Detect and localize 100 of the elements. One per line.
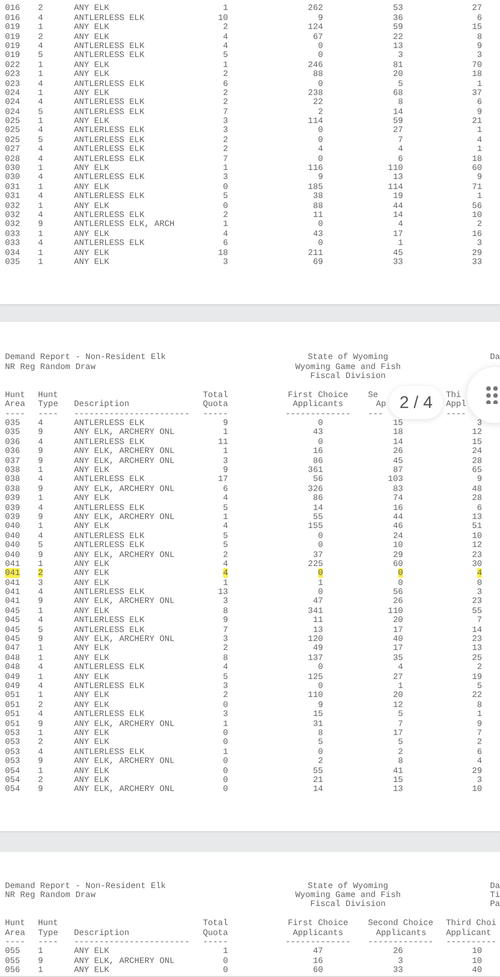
table-cell: 0 xyxy=(318,154,323,164)
table-cell: ANY ELK, ARCHERY ONL xyxy=(74,718,175,729)
table-cell: 1 xyxy=(476,709,482,720)
agency-heading: State of Wyoming xyxy=(308,352,388,362)
table-cell: 056 xyxy=(5,965,20,976)
column-rule: ---- xyxy=(5,937,26,948)
table-cell: 45 xyxy=(392,248,403,258)
table-cell: 035 xyxy=(5,418,20,428)
table-cell: 019 xyxy=(5,40,20,51)
table-cell: 60 xyxy=(472,163,482,174)
table-cell: 10 xyxy=(472,784,482,794)
column-rule: --- xyxy=(368,408,384,419)
agency-heading: State of Wyoming xyxy=(308,880,388,891)
table-cell: 83 xyxy=(392,484,403,494)
table-cell: 15 xyxy=(392,774,403,785)
table-cell: 055 xyxy=(5,946,20,956)
table-cell: 2 xyxy=(476,737,482,748)
table-cell: 055 xyxy=(5,956,20,966)
table-cell: 25 xyxy=(472,652,482,663)
table-cell: 1 xyxy=(38,22,44,32)
table-cell: ANY ELK, ARCHERY ONL xyxy=(74,446,175,456)
table-cell: 20 xyxy=(392,690,403,700)
table-cell: 024 xyxy=(5,88,20,98)
column-header: Applicant xyxy=(446,928,492,938)
table-cell: 4 xyxy=(38,125,44,136)
table-cell: ANY ELK xyxy=(74,728,110,738)
table-cell: ANTLERLESS ELK xyxy=(74,97,144,108)
table-cell: 025 xyxy=(5,125,20,136)
table-cell: 27 xyxy=(392,672,403,682)
table-cell: 9 xyxy=(38,550,44,560)
table-cell: 9 xyxy=(476,718,482,729)
column-header: First Choice xyxy=(288,918,348,928)
table-cell: 1 xyxy=(398,238,403,248)
table-cell: ANY ELK, ARCHERY ONL xyxy=(74,956,175,966)
table-cell: 9 xyxy=(38,484,44,494)
table-cell: 48 xyxy=(472,484,482,494)
table-cell: 43 xyxy=(312,228,323,239)
table-cell: ANY ELK xyxy=(74,946,110,956)
table-cell: 053 xyxy=(5,728,20,738)
table-cell: 4 xyxy=(222,493,228,504)
table-cell: 67 xyxy=(312,32,323,42)
table-cell: 1 xyxy=(38,493,44,504)
table-cell: 5 xyxy=(38,134,44,145)
table-cell: 29 xyxy=(472,766,482,776)
table-cell: 0 xyxy=(318,50,323,60)
table-cell: 033 xyxy=(5,238,20,248)
table-cell: 7 xyxy=(476,728,482,738)
column-header: Type xyxy=(38,928,58,938)
table-cell: 1 xyxy=(38,672,44,682)
table-cell: ANY ELK xyxy=(74,256,110,267)
table-cell: ANTLERLESS ELK xyxy=(74,474,144,484)
table-cell: 054 xyxy=(5,774,20,785)
table-cell: 1 xyxy=(38,643,44,654)
table-cell: 2 xyxy=(38,774,44,785)
column-header: Quota xyxy=(202,399,228,410)
table-cell: 16 xyxy=(392,502,403,513)
table-cell: 019 xyxy=(5,50,20,60)
table-cell: 048 xyxy=(5,652,20,663)
table-cell: 361 xyxy=(308,465,323,476)
table-cell: 47 xyxy=(312,946,323,956)
table-cell: 1 xyxy=(398,681,403,691)
table-cell: 5 xyxy=(222,540,228,550)
agency-heading: Wyoming Game and Fish xyxy=(295,890,401,900)
table-cell: 024 xyxy=(5,106,20,117)
table-cell: 4 xyxy=(222,521,228,532)
table-cell: 9 xyxy=(476,474,482,484)
table-cell: 24 xyxy=(392,530,403,541)
table-cell: 1 xyxy=(38,558,44,569)
table-cell: 10 xyxy=(472,946,482,956)
table-cell: 0 xyxy=(318,568,323,578)
table-cell: 3 xyxy=(222,681,228,691)
table-cell: 4 xyxy=(38,436,44,447)
table-cell: 26 xyxy=(392,946,403,956)
table-cell: 86 xyxy=(312,493,323,504)
table-cell: 5 xyxy=(38,106,44,117)
table-cell: 10 xyxy=(392,540,403,550)
table-cell: 6 xyxy=(222,78,228,89)
table-cell: ANTLERLESS ELK xyxy=(74,210,144,220)
table-cell: 0 xyxy=(318,238,323,248)
table-cell: 38 xyxy=(312,191,323,202)
table-cell: 0 xyxy=(318,78,323,89)
table-cell: 2 xyxy=(222,550,228,560)
table-cell: 4 xyxy=(398,144,403,154)
table-cell: 9 xyxy=(222,465,228,476)
table-cell: 24 xyxy=(472,446,482,456)
table-cell: 5 xyxy=(38,624,44,635)
table-cell: 0 xyxy=(222,737,228,748)
table-cell: 1 xyxy=(38,248,44,258)
table-cell: 1 xyxy=(222,60,228,70)
table-cell: 4 xyxy=(476,134,482,145)
table-cell: 2 xyxy=(38,568,44,578)
table-cell: 1 xyxy=(38,116,44,126)
report-info-label: Pa xyxy=(490,899,500,910)
table-cell: ANY ELK, ARCHERY ONL xyxy=(74,784,175,794)
table-cell: 0 xyxy=(476,578,482,588)
table-cell: 19 xyxy=(472,672,482,682)
table-cell: 74 xyxy=(392,493,403,504)
table-cell: ANY ELK xyxy=(74,163,110,174)
agency-heading: Wyoming Game and Fish xyxy=(295,362,401,372)
table-cell: 116 xyxy=(308,163,323,174)
